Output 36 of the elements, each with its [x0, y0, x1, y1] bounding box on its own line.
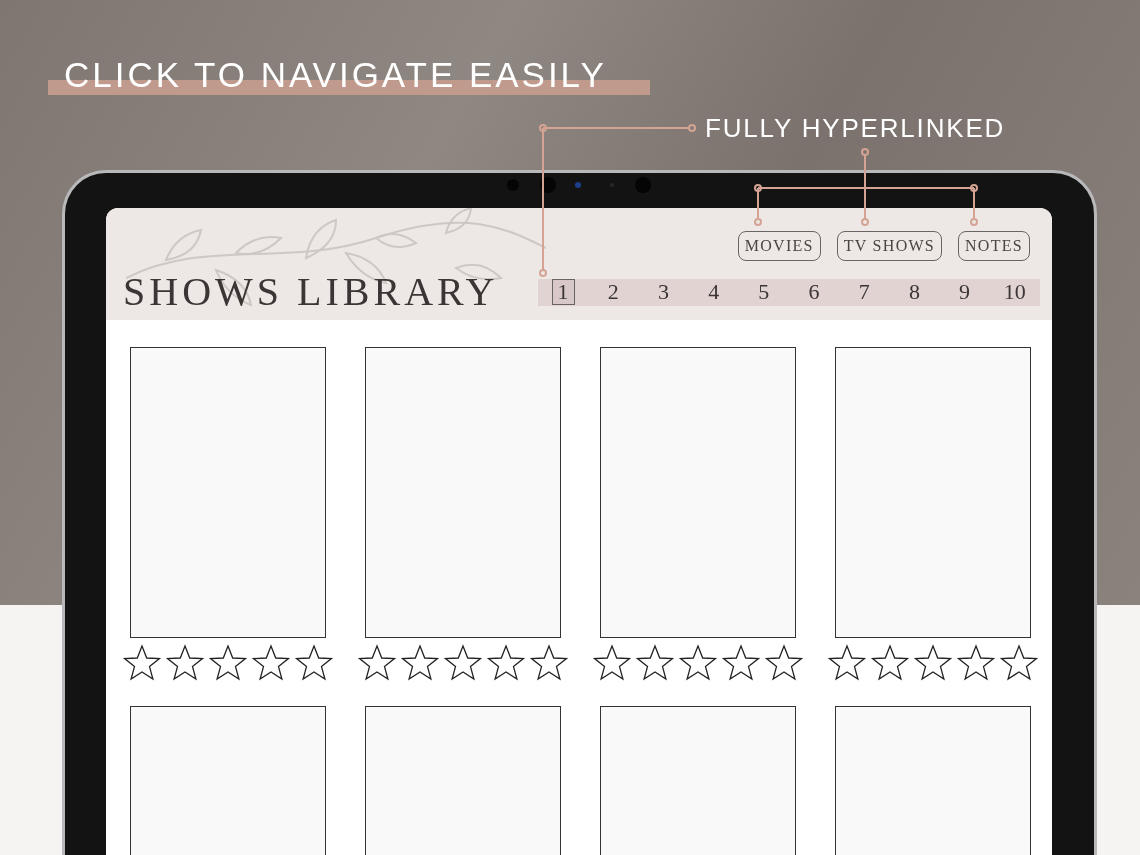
star-icon[interactable] — [486, 644, 526, 682]
nav-button[interactable]: NOTES — [958, 231, 1030, 261]
page-tab[interactable]: 4 — [702, 279, 726, 305]
star-icon[interactable] — [721, 644, 761, 682]
page-tab[interactable]: 7 — [852, 279, 876, 305]
star-icon[interactable] — [251, 644, 291, 682]
star-icon[interactable] — [913, 644, 953, 682]
star-icon[interactable] — [165, 644, 205, 682]
star-icon[interactable] — [956, 644, 996, 682]
star-icon[interactable] — [294, 644, 334, 682]
star-icon[interactable] — [678, 644, 718, 682]
star-icon[interactable] — [870, 644, 910, 682]
page-tab[interactable]: 6 — [802, 279, 826, 305]
star-icon[interactable] — [529, 644, 569, 682]
star-icon[interactable] — [357, 644, 397, 682]
star-icon[interactable] — [999, 644, 1039, 682]
page-tab[interactable]: 2 — [601, 279, 625, 305]
star-icon[interactable] — [400, 644, 440, 682]
star-icon[interactable] — [208, 644, 248, 682]
star-icon[interactable] — [827, 644, 867, 682]
star-icon[interactable] — [592, 644, 632, 682]
page-tab[interactable]: 8 — [902, 279, 926, 305]
nav-button[interactable]: TV SHOWS — [836, 231, 943, 261]
page-tab[interactable]: 10 — [997, 279, 1032, 305]
star-icon[interactable] — [443, 644, 483, 682]
callout-text: FULLY HYPERLINKED — [705, 112, 1006, 144]
page-tab[interactable]: 1 — [551, 279, 575, 305]
page-title: SHOWS LIBRARY — [122, 272, 500, 312]
page-tab[interactable]: 3 — [651, 279, 675, 305]
camera-icon — [505, 175, 651, 195]
page-tab[interactable]: 5 — [752, 279, 776, 305]
nav-button[interactable]: MOVIES — [737, 231, 821, 261]
star-icon[interactable] — [764, 644, 804, 682]
star-icon[interactable] — [122, 644, 162, 682]
star-icon[interactable] — [635, 644, 675, 682]
page-tab[interactable]: 9 — [953, 279, 977, 305]
